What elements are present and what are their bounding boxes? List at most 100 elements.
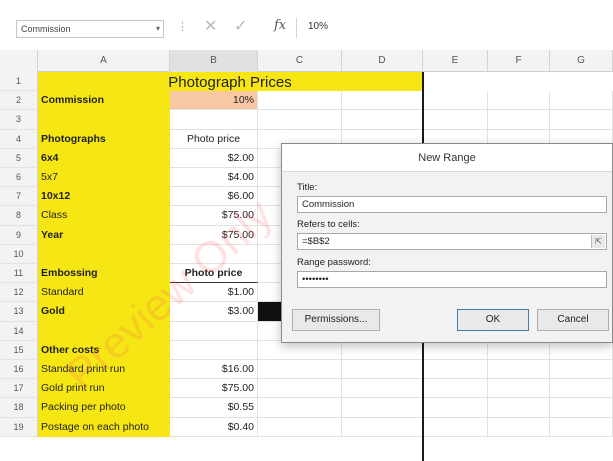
cell-b[interactable]: $6.00 xyxy=(170,187,258,207)
empty-cell[interactable] xyxy=(258,110,342,130)
empty-cell[interactable] xyxy=(258,360,342,380)
column-header-e[interactable]: E xyxy=(423,50,488,72)
row-header[interactable]: 15 xyxy=(0,340,38,360)
cell-a[interactable]: 6x4 xyxy=(38,148,170,168)
empty-cell[interactable] xyxy=(342,398,423,418)
cell-a[interactable]: 10x12 xyxy=(38,187,170,207)
empty-cell[interactable] xyxy=(550,91,613,111)
empty-cell[interactable] xyxy=(488,91,550,111)
empty-cell[interactable] xyxy=(488,398,550,418)
empty-cell[interactable] xyxy=(488,360,550,380)
cell-a[interactable]: Commission xyxy=(38,91,170,111)
empty-cell[interactable] xyxy=(550,417,613,437)
row-header[interactable]: 16 xyxy=(0,360,38,380)
empty-cell[interactable] xyxy=(342,360,423,380)
refers-to-field[interactable]: =$B$2 ⇱ xyxy=(297,233,607,250)
empty-cell[interactable] xyxy=(488,417,550,437)
row-header[interactable]: 8 xyxy=(0,206,38,226)
row-header[interactable]: 5 xyxy=(0,148,38,168)
sheet-title-cell[interactable]: Photograph Prices xyxy=(38,72,423,92)
row-header[interactable]: 6 xyxy=(0,168,38,188)
row-header[interactable]: 18 xyxy=(0,398,38,418)
empty-cell[interactable] xyxy=(258,91,342,111)
cell-a[interactable]: Year xyxy=(38,225,170,245)
cell-b[interactable]: $16.00 xyxy=(170,360,258,380)
row-header[interactable]: 12 xyxy=(0,283,38,303)
cell-b[interactable] xyxy=(170,110,258,130)
row-header[interactable]: 4 xyxy=(0,129,38,149)
cell-b[interactable]: 10% xyxy=(170,91,258,111)
empty-cell[interactable] xyxy=(258,379,342,399)
cell-b[interactable]: $0.40 xyxy=(170,417,258,437)
empty-cell[interactable] xyxy=(423,417,488,437)
cell-a[interactable]: Class xyxy=(38,206,170,226)
empty-cell[interactable] xyxy=(550,360,613,380)
cell-a[interactable]: Other costs xyxy=(38,340,170,360)
permissions-button[interactable]: Permissions... xyxy=(292,309,380,331)
row-header[interactable]: 9 xyxy=(0,225,38,245)
cell-a[interactable]: Photographs xyxy=(38,129,170,149)
cell-b[interactable] xyxy=(170,244,258,264)
column-header-f[interactable]: F xyxy=(488,50,550,72)
row-header[interactable]: 1 xyxy=(0,72,38,92)
row-header[interactable]: 14 xyxy=(0,321,38,341)
select-all-corner[interactable] xyxy=(0,50,38,72)
cell-b[interactable] xyxy=(170,321,258,341)
empty-cell[interactable] xyxy=(258,340,342,360)
title-field[interactable]: Commission xyxy=(297,196,607,213)
cell-b[interactable]: $3.00 xyxy=(170,302,258,322)
empty-cell[interactable] xyxy=(342,417,423,437)
empty-cell[interactable] xyxy=(488,340,550,360)
empty-cell[interactable] xyxy=(342,110,423,130)
empty-cell[interactable] xyxy=(342,91,423,111)
column-header-b[interactable]: B xyxy=(170,50,258,72)
password-field[interactable]: •••••••• xyxy=(297,271,607,288)
ok-button[interactable]: OK xyxy=(457,309,529,331)
cell-a[interactable]: Postage on each photo xyxy=(38,417,170,437)
row-header[interactable]: 10 xyxy=(0,244,38,264)
cell-a[interactable]: Embossing xyxy=(38,264,170,284)
empty-cell[interactable] xyxy=(342,379,423,399)
row-header[interactable]: 2 xyxy=(0,91,38,111)
cell-a[interactable] xyxy=(38,110,170,130)
empty-cell[interactable] xyxy=(423,91,488,111)
row-header[interactable]: 11 xyxy=(0,264,38,284)
enter-icon[interactable]: ✓ xyxy=(234,16,247,36)
cell-a[interactable]: 5x7 xyxy=(38,168,170,188)
empty-cell[interactable] xyxy=(423,360,488,380)
insert-function-button[interactable]: fx xyxy=(274,18,286,33)
row-header[interactable]: 7 xyxy=(0,187,38,207)
cell-b[interactable]: $75.00 xyxy=(170,379,258,399)
cell-b[interactable]: Photo price xyxy=(170,129,258,149)
cell-a[interactable]: Standard xyxy=(38,283,170,303)
row-header[interactable]: 13 xyxy=(0,302,38,322)
chevron-down-icon[interactable]: ▾ xyxy=(156,24,160,33)
collapse-dialog-icon[interactable]: ⇱ xyxy=(591,235,605,248)
empty-cell[interactable] xyxy=(488,379,550,399)
empty-cell[interactable] xyxy=(258,398,342,418)
empty-cell[interactable] xyxy=(550,379,613,399)
empty-cell[interactable] xyxy=(423,340,488,360)
cell-b[interactable]: $75.00 xyxy=(170,225,258,245)
empty-cell[interactable] xyxy=(423,379,488,399)
empty-cell[interactable] xyxy=(342,340,423,360)
empty-cell[interactable] xyxy=(258,417,342,437)
cell-b[interactable]: $75.00 xyxy=(170,206,258,226)
column-header-g[interactable]: G xyxy=(550,50,613,72)
cancel-icon[interactable]: ✕ xyxy=(204,16,217,36)
empty-cell[interactable] xyxy=(488,110,550,130)
row-header[interactable]: 17 xyxy=(0,379,38,399)
empty-cell[interactable] xyxy=(550,340,613,360)
cell-a[interactable]: Packing per photo xyxy=(38,398,170,418)
empty-cell[interactable] xyxy=(550,398,613,418)
cell-b[interactable]: $0.55 xyxy=(170,398,258,418)
column-header-d[interactable]: D xyxy=(342,50,423,72)
dialog-titlebar[interactable]: New Range xyxy=(282,144,612,172)
cell-b[interactable]: $4.00 xyxy=(170,168,258,188)
column-header-c[interactable]: C xyxy=(258,50,342,72)
cell-b[interactable] xyxy=(170,340,258,360)
empty-cell[interactable] xyxy=(423,398,488,418)
cell-a[interactable] xyxy=(38,321,170,341)
cancel-button[interactable]: Cancel xyxy=(537,309,609,331)
row-header[interactable]: 19 xyxy=(0,417,38,437)
